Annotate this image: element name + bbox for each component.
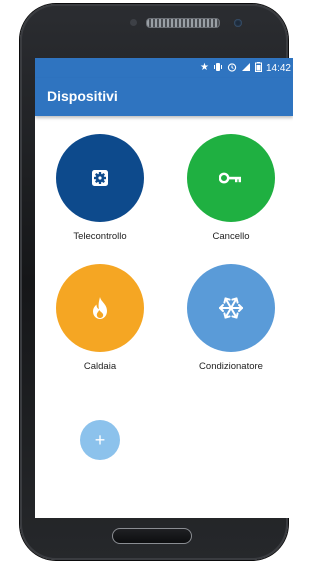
device-label: Condizionatore — [199, 361, 263, 372]
front-camera — [234, 19, 242, 27]
add-device-button[interactable]: + — [80, 420, 120, 460]
device-button-condizionatore[interactable] — [187, 264, 275, 352]
device-label: Caldaia — [83, 361, 117, 372]
earpiece-speaker — [146, 18, 220, 28]
battery-icon — [254, 61, 262, 75]
device-tile-telecontrollo[interactable]: Telecontrollo — [45, 134, 155, 242]
page-title: Dispositivi — [47, 88, 118, 104]
status-bar: ★ 14:42 — [35, 58, 293, 78]
device-tile-caldaia[interactable]: Caldaia — [45, 264, 155, 372]
gear-icon — [92, 170, 108, 186]
signal-icon — [241, 62, 251, 75]
device-tile-cancello[interactable]: Cancello — [176, 134, 286, 242]
app-screen: ★ 14:42 Dispositivi Telecontrollo Cancel… — [35, 58, 293, 518]
home-button[interactable] — [112, 528, 192, 544]
status-time: 14:42 — [265, 62, 291, 74]
flame-icon — [93, 297, 107, 319]
star-icon: ★ — [200, 62, 209, 73]
device-button-caldaia[interactable] — [56, 264, 144, 352]
app-bar: Dispositivi — [35, 78, 293, 116]
proximity-sensor — [130, 19, 137, 26]
key-icon — [219, 172, 241, 184]
alarm-icon — [227, 62, 237, 75]
device-label: Cancello — [212, 231, 250, 242]
device-button-telecontrollo[interactable] — [56, 134, 144, 222]
device-button-cancello[interactable] — [187, 134, 275, 222]
vibrate-icon — [213, 62, 223, 75]
device-tile-condizionatore[interactable]: Condizionatore — [176, 264, 286, 372]
snowflake-icon — [219, 297, 243, 319]
device-label: Telecontrollo — [73, 231, 127, 242]
